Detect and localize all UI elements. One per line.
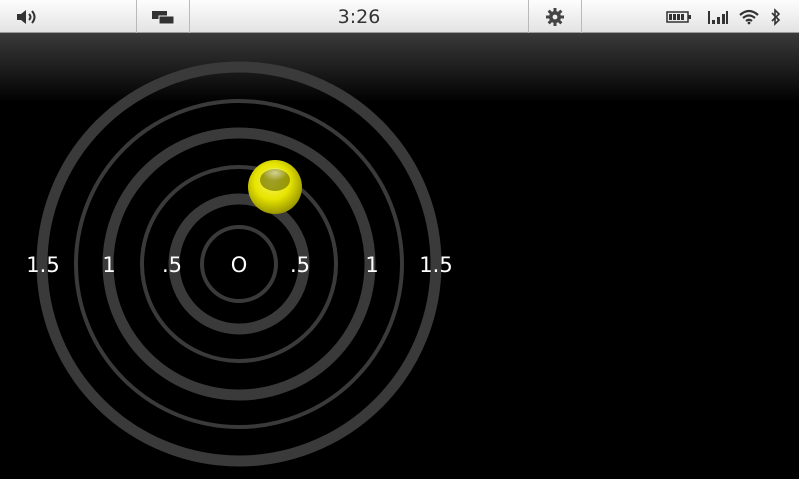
label-left-0-5: .5 <box>161 253 183 277</box>
status-separator <box>528 0 529 33</box>
volume-icon[interactable] <box>8 0 48 33</box>
label-left-1: 1 <box>102 253 116 277</box>
label-right-1-5: 1.5 <box>419 253 453 277</box>
label-left-1-5: 1.5 <box>26 253 60 277</box>
label-right-0-5: .5 <box>289 253 311 277</box>
status-clock: 3:26 <box>337 5 381 28</box>
level-bubble <box>248 160 302 214</box>
windows-icon[interactable] <box>143 0 183 33</box>
battery-icon <box>664 0 694 33</box>
settings-icon[interactable] <box>535 0 575 33</box>
bluetooth-icon <box>766 0 786 33</box>
bubble-level-app: 1.5 1 .5 O .5 1 1.5 <box>0 33 799 479</box>
signal-icon <box>704 0 732 33</box>
wifi-icon <box>735 0 763 33</box>
status-bar: 3:26 <box>0 0 799 33</box>
status-separator <box>581 0 582 33</box>
label-right-1: 1 <box>365 253 379 277</box>
status-separator <box>136 0 137 33</box>
label-center: O <box>230 253 248 277</box>
